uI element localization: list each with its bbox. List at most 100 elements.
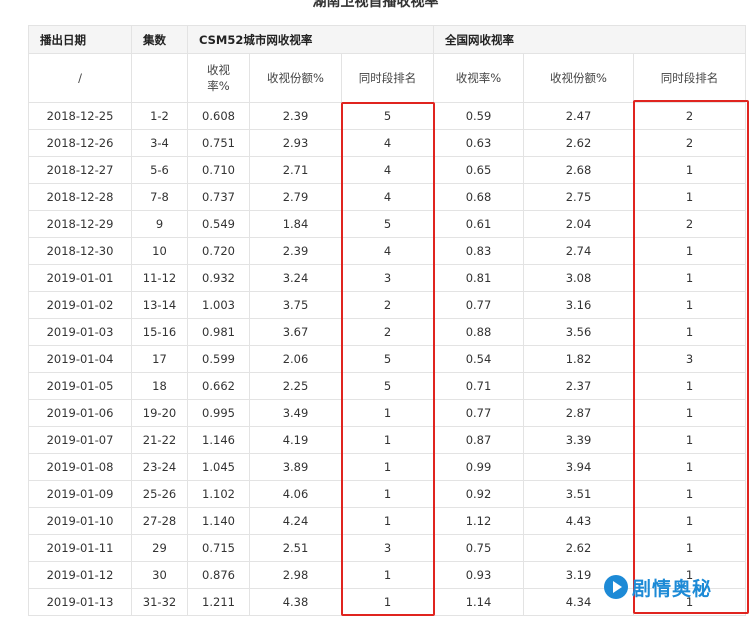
- watermark-text: 剧情奥秘: [632, 577, 713, 600]
- cell-date: 2019-01-02: [28, 291, 132, 319]
- cell-csm-share: 2.93: [249, 129, 342, 157]
- cell-csm-rating: 1.146: [187, 426, 250, 454]
- cell-episodes: 13-14: [131, 291, 188, 319]
- cell-national-share: 3.16: [523, 291, 634, 319]
- cell-csm-share: 2.39: [249, 237, 342, 265]
- national-rank-highlight: [633, 100, 749, 614]
- cell-episodes: 31-32: [131, 588, 188, 616]
- cell-date: 2018-12-27: [28, 156, 132, 184]
- cell-csm-share: 3.75: [249, 291, 342, 319]
- subheader-rating: 收视率%: [187, 53, 250, 103]
- cell-national-share: 3.51: [523, 480, 634, 508]
- cell-episodes: 5-6: [131, 156, 188, 184]
- cell-episodes: 1-2: [131, 102, 188, 130]
- cell-national-rating: 0.75: [433, 534, 524, 562]
- cell-csm-rating: 1.003: [187, 291, 250, 319]
- cell-national-share: 3.39: [523, 426, 634, 454]
- cell-national-rating: 1.12: [433, 507, 524, 535]
- cell-csm-rating: 0.751: [187, 129, 250, 157]
- cell-episodes: 23-24: [131, 453, 188, 481]
- subheader-national-share: 收视份额%: [523, 53, 634, 103]
- cell-date: 2019-01-11: [28, 534, 132, 562]
- cell-csm-share: 3.67: [249, 318, 342, 346]
- cell-csm-share: 2.71: [249, 156, 342, 184]
- cell-episodes: 29: [131, 534, 188, 562]
- cell-national-share: 2.87: [523, 399, 634, 427]
- cell-episodes: 10: [131, 237, 188, 265]
- cell-national-rating: 0.83: [433, 237, 524, 265]
- cell-csm-share: 4.06: [249, 480, 342, 508]
- cell-csm-share: 2.39: [249, 102, 342, 130]
- subheader-row: / 收视率% 收视份额% 同时段排名 收视率% 收视份额% 同时段排名: [28, 53, 746, 103]
- cell-csm-rating: 0.662: [187, 372, 250, 400]
- cell-date: 2019-01-07: [28, 426, 132, 454]
- cell-csm-rating: 0.710: [187, 156, 250, 184]
- cell-national-rating: 0.92: [433, 480, 524, 508]
- cell-episodes: 25-26: [131, 480, 188, 508]
- header-national: 全国网收视率: [433, 25, 746, 54]
- cell-date: 2019-01-12: [28, 561, 132, 589]
- cell-csm-share: 2.79: [249, 183, 342, 211]
- cell-episodes: 27-28: [131, 507, 188, 535]
- cell-csm-rating: 0.715: [187, 534, 250, 562]
- cell-national-rating: 0.54: [433, 345, 524, 373]
- subheader-blank: [131, 53, 188, 103]
- header-date: 播出日期: [28, 25, 132, 54]
- watermark: 剧情奥秘: [604, 570, 712, 604]
- cell-episodes: 19-20: [131, 399, 188, 427]
- cell-date: 2019-01-13: [28, 588, 132, 616]
- cell-csm-share: 3.24: [249, 264, 342, 292]
- cell-csm-share: 4.24: [249, 507, 342, 535]
- cell-csm-rating: 0.737: [187, 183, 250, 211]
- subheader-national-rank: 同时段排名: [633, 53, 746, 103]
- cell-csm-rating: 0.599: [187, 345, 250, 373]
- cell-csm-rating: 1.211: [187, 588, 250, 616]
- cell-date: 2019-01-04: [28, 345, 132, 373]
- cell-csm-rating: 0.549: [187, 210, 250, 238]
- cell-date: 2019-01-03: [28, 318, 132, 346]
- cell-national-rating: 0.61: [433, 210, 524, 238]
- csm-rank-highlight: [341, 102, 435, 616]
- subheader-slash: /: [28, 53, 132, 103]
- cell-csm-rating: 0.981: [187, 318, 250, 346]
- cell-csm-share: 2.51: [249, 534, 342, 562]
- cell-national-share: 3.08: [523, 264, 634, 292]
- cell-csm-share: 1.84: [249, 210, 342, 238]
- cell-csm-share: 4.38: [249, 588, 342, 616]
- cell-date: 2018-12-26: [28, 129, 132, 157]
- cell-csm-share: 2.06: [249, 345, 342, 373]
- cell-national-share: 2.62: [523, 129, 634, 157]
- cell-date: 2019-01-06: [28, 399, 132, 427]
- header-row: 播出日期 集数 CSM52城市网收视率 全国网收视率: [28, 25, 746, 54]
- cell-csm-rating: 1.140: [187, 507, 250, 535]
- cell-csm-rating: 0.995: [187, 399, 250, 427]
- cell-national-share: 2.47: [523, 102, 634, 130]
- cell-csm-rating: 0.932: [187, 264, 250, 292]
- cell-csm-rating: 1.045: [187, 453, 250, 481]
- cell-national-rating: 0.93: [433, 561, 524, 589]
- cell-national-rating: 0.88: [433, 318, 524, 346]
- cell-csm-rating: 0.720: [187, 237, 250, 265]
- cell-national-rating: 0.65: [433, 156, 524, 184]
- cell-national-rating: 0.81: [433, 264, 524, 292]
- cell-csm-share: 2.98: [249, 561, 342, 589]
- subheader-rank: 同时段排名: [341, 53, 434, 103]
- header-episodes: 集数: [131, 25, 188, 54]
- cell-csm-rating: 1.102: [187, 480, 250, 508]
- cell-national-share: 4.43: [523, 507, 634, 535]
- cell-national-share: 2.68: [523, 156, 634, 184]
- cell-date: 2019-01-05: [28, 372, 132, 400]
- cell-national-share: 3.94: [523, 453, 634, 481]
- subheader-national-rating: 收视率%: [433, 53, 524, 103]
- cell-national-rating: 0.87: [433, 426, 524, 454]
- cell-national-share: 2.62: [523, 534, 634, 562]
- cell-date: 2018-12-30: [28, 237, 132, 265]
- cell-csm-rating: 0.876: [187, 561, 250, 589]
- cell-episodes: 30: [131, 561, 188, 589]
- cell-csm-share: 3.49: [249, 399, 342, 427]
- page-title: 湖南卫视首播收视率: [312, 0, 439, 10]
- cell-episodes: 17: [131, 345, 188, 373]
- cell-csm-share: 2.25: [249, 372, 342, 400]
- cell-national-share: 2.75: [523, 183, 634, 211]
- cell-national-share: 3.56: [523, 318, 634, 346]
